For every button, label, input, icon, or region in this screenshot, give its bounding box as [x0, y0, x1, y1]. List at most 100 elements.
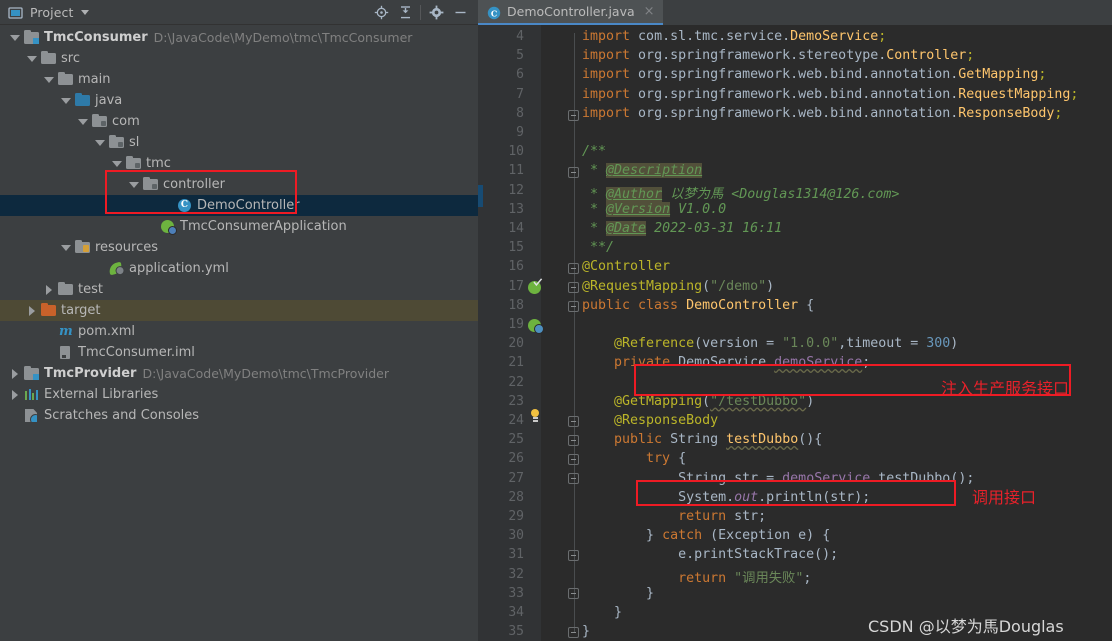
- tree-expand-collapse-icon[interactable]: [127, 178, 140, 191]
- code-line[interactable]: String str = demoService.testDubbo();: [582, 471, 974, 486]
- tree-expand-collapse-icon[interactable]: [42, 73, 55, 86]
- chevron-down-icon[interactable]: [81, 9, 90, 15]
- fold-marker-imports[interactable]: [568, 108, 581, 121]
- code-line[interactable]: } catch (Exception e) {: [582, 528, 830, 543]
- maven-icon: m: [59, 324, 73, 339]
- line-number: 13: [508, 201, 524, 217]
- code-line[interactable]: @Controller: [582, 259, 670, 274]
- folder-blue-icon: [74, 92, 91, 108]
- hide-toolwindow-icon[interactable]: [448, 1, 472, 23]
- fold-marker-requestmapping[interactable]: [568, 299, 581, 312]
- tree-node-spacer: [42, 346, 55, 359]
- tree-node-java[interactable]: java: [0, 90, 478, 111]
- code-line[interactable]: e.printStackTrace();: [582, 547, 838, 562]
- tree-expand-expand-icon[interactable]: [42, 283, 55, 296]
- code-line[interactable]: import org.springframework.web.bind.anno…: [582, 87, 1078, 102]
- tree-expand-collapse-icon[interactable]: [93, 136, 106, 149]
- locate-target-icon[interactable]: [369, 1, 393, 23]
- code-editor[interactable]: 4 import com.sl.tmc.service.DemoService; 5…: [478, 25, 1112, 641]
- code-line[interactable]: return "调用失败";: [582, 567, 811, 586]
- code-line[interactable]: }: [582, 605, 622, 620]
- intention-bulb-icon[interactable]: [529, 409, 541, 422]
- tree-expand-collapse-icon[interactable]: [8, 31, 21, 44]
- code-line[interactable]: private DemoService demoService;: [582, 355, 870, 370]
- tree-node-sl[interactable]: sl: [0, 132, 478, 153]
- code-line[interactable]: }: [582, 624, 590, 639]
- code-line[interactable]: @RequestMapping("/demo"): [582, 279, 774, 294]
- folder-gray-icon: [57, 71, 74, 87]
- code-line[interactable]: import org.springframework.web.bind.anno…: [582, 106, 1062, 121]
- line-number: 29: [508, 509, 524, 524]
- project-tree[interactable]: TmcConsumer D:\JavaCode\MyDemo\tmc\TmcCon…: [0, 25, 478, 426]
- code-line[interactable]: import org.springframework.web.bind.anno…: [582, 67, 1046, 82]
- line-number: 8: [516, 105, 524, 121]
- tree-node-tmc[interactable]: tmc: [0, 153, 478, 174]
- tree-expand-expand-icon[interactable]: [8, 367, 21, 380]
- tree-node-main[interactable]: main: [0, 69, 478, 90]
- libraries-icon: [23, 387, 40, 402]
- fold-marker-catch-end[interactable]: [568, 586, 581, 599]
- tree-node-com[interactable]: com: [0, 111, 478, 132]
- collapse-all-icon[interactable]: [393, 1, 417, 23]
- close-icon[interactable]: ×: [644, 5, 655, 18]
- code-line[interactable]: * @Date 2022-03-31 16:11: [582, 221, 782, 236]
- code-line[interactable]: @ResponseBody: [582, 413, 718, 428]
- line-number: 32: [508, 566, 524, 582]
- tree-node-scratches-and-consoles[interactable]: Scratches and Consoles: [0, 405, 478, 426]
- tree-expand-expand-icon[interactable]: [8, 388, 21, 401]
- tree-node-tmcconsumer[interactable]: TmcConsumer D:\JavaCode\MyDemo\tmc\TmcCon…: [0, 27, 478, 48]
- settings-gear-icon[interactable]: [424, 1, 448, 23]
- fold-marker-responsebody[interactable]: [568, 433, 581, 446]
- code-line[interactable]: **/: [582, 240, 614, 255]
- tree-node-src[interactable]: src: [0, 48, 478, 69]
- code-line[interactable]: public class DemoController {: [582, 298, 814, 313]
- code-line[interactable]: System.out.println(str);: [582, 490, 870, 505]
- tree-node-tmcconsumerapplication[interactable]: TmcConsumerApplication: [0, 216, 478, 237]
- tree-expand-collapse-icon[interactable]: [110, 157, 123, 170]
- spring-bean-gutter-icon[interactable]: [528, 278, 543, 295]
- tree-node-democontroller[interactable]: C DemoController: [0, 195, 478, 216]
- code-line[interactable]: import com.sl.tmc.service.DemoService;: [582, 29, 886, 44]
- tree-expand-collapse-icon[interactable]: [76, 115, 89, 128]
- code-line[interactable]: /**: [582, 144, 606, 159]
- tree-node-application-yml[interactable]: application.yml: [0, 258, 478, 279]
- fold-marker-javadoc-end[interactable]: [568, 261, 581, 274]
- code-line[interactable]: * @Author 以梦为馬 <Douglas1314@126.com>: [582, 183, 899, 202]
- toolbar-separator: [420, 4, 421, 20]
- tree-expand-collapse-icon[interactable]: [59, 94, 72, 107]
- fold-marker-javadoc[interactable]: [568, 165, 581, 178]
- tree-expand-collapse-icon[interactable]: [25, 52, 38, 65]
- tree-expand-collapse-icon[interactable]: [59, 241, 72, 254]
- fold-marker-method-end[interactable]: [568, 625, 581, 638]
- code-line[interactable]: @GetMapping("/testDubbo"): [582, 394, 814, 409]
- tree-node-target[interactable]: target: [0, 300, 478, 321]
- tree-node-pom-xml[interactable]: m pom.xml: [0, 321, 478, 342]
- code-line[interactable]: }: [582, 586, 654, 601]
- module-icon: [23, 29, 40, 45]
- fold-marker-controller[interactable]: [568, 280, 581, 293]
- fold-marker-try[interactable]: [568, 471, 581, 484]
- line-number: 10: [508, 144, 524, 160]
- code-line[interactable]: * @Description: [582, 163, 703, 179]
- folder-resources-icon: [74, 239, 91, 255]
- tree-node-external-libraries[interactable]: External Libraries: [0, 384, 478, 405]
- fold-marker-catch[interactable]: [568, 548, 581, 561]
- code-line[interactable]: @Reference(version = "1.0.0",timeout = 3…: [582, 336, 958, 351]
- tree-node-test[interactable]: test: [0, 279, 478, 300]
- line-number: 18: [508, 297, 524, 313]
- code-line[interactable]: return str;: [582, 509, 766, 524]
- code-line[interactable]: try {: [582, 451, 686, 466]
- fold-marker-getmapping[interactable]: [568, 414, 581, 427]
- tree-node-tmcprovider[interactable]: TmcProvider D:\JavaCode\MyDemo\tmc\TmcPro…: [0, 363, 478, 384]
- code-line[interactable]: import org.springframework.stereotype.Co…: [582, 48, 974, 63]
- line-number: 19: [508, 317, 524, 332]
- code-line[interactable]: public String testDubbo(){: [582, 432, 822, 447]
- code-line[interactable]: * @Version V1.0.0: [582, 201, 726, 217]
- tree-node-tmcconsumer-iml[interactable]: TmcConsumer.iml: [0, 342, 478, 363]
- editor-tab-democontroller[interactable]: C DemoController.java ×: [478, 0, 663, 25]
- fold-marker-method[interactable]: [568, 452, 581, 465]
- spring-controller-gutter-icon[interactable]: [528, 319, 544, 334]
- tree-node-controller[interactable]: controller: [0, 174, 478, 195]
- tree-expand-expand-icon[interactable]: [25, 304, 38, 317]
- tree-node-resources[interactable]: resources: [0, 237, 478, 258]
